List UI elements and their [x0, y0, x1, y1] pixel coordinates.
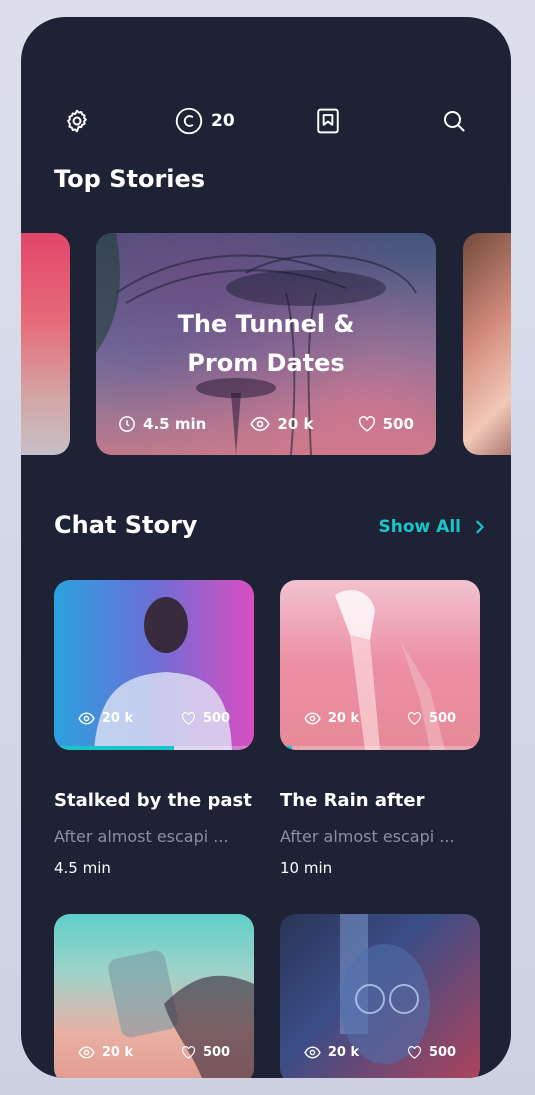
like-count: 500: [181, 1045, 230, 1060]
story-duration: 10 min: [280, 859, 333, 877]
eye-icon: [78, 712, 95, 725]
chat-story-title: Chat Story: [54, 511, 198, 539]
eye-icon: [304, 712, 321, 725]
view-count-value: 20 k: [327, 1045, 360, 1060]
top-stories-carousel[interactable]: The Tunnel & Prom Dates 4.5 min 20 k 500: [21, 233, 511, 455]
view-count-value: 20 k: [327, 711, 360, 726]
reading-progress-bar: [280, 746, 480, 750]
featured-title-line1: The Tunnel &: [177, 310, 355, 338]
featured-story-card[interactable]: The Tunnel & Prom Dates 4.5 min 20 k 500: [96, 233, 436, 455]
eye-icon: [304, 1046, 321, 1059]
like-count-value: 500: [382, 415, 414, 433]
app-screen: 20 Top Stories The Tunnel & Prom Dates 4…: [21, 17, 511, 1078]
view-count: 20 k: [78, 711, 133, 726]
card-stats: 20 k 500: [280, 1045, 480, 1060]
like-count: 500: [407, 1045, 456, 1060]
coin-icon: [175, 107, 203, 135]
like-count-value: 500: [428, 1045, 457, 1060]
reading-progress-bar: [54, 746, 254, 750]
story-title: The Rain after: [280, 790, 425, 811]
top-bar: 20: [21, 93, 511, 149]
heart-icon: [358, 416, 375, 432]
clock-icon: [119, 416, 135, 432]
story-card-next[interactable]: [463, 233, 511, 455]
heart-icon: [407, 1046, 421, 1059]
view-count-value: 20 k: [101, 711, 134, 726]
heart-icon: [181, 1046, 195, 1059]
featured-story-title: The Tunnel & Prom Dates: [96, 305, 436, 383]
like-count-value: 500: [428, 711, 457, 726]
story-description: After almost escapi ...: [54, 827, 229, 846]
story-card[interactable]: 20 k 500: [54, 914, 254, 1078]
top-stories-title: Top Stories: [54, 165, 206, 193]
heart-icon: [407, 712, 421, 725]
card-stats: 20 k 500: [54, 1045, 254, 1060]
heart-icon: [181, 712, 195, 725]
like-count: 500: [358, 415, 414, 433]
view-count-value: 20 k: [277, 415, 314, 433]
story-card[interactable]: 20 k 500: [280, 914, 480, 1078]
eye-icon: [78, 1046, 95, 1059]
featured-story-stats: 4.5 min 20 k 500: [96, 415, 436, 433]
view-count: 20 k: [78, 1045, 133, 1060]
view-count-value: 20 k: [101, 1045, 134, 1060]
coin-balance[interactable]: 20: [175, 93, 235, 149]
eye-icon: [250, 416, 271, 432]
read-time: 4.5 min: [118, 415, 206, 433]
card-stats: 20 k 500: [280, 711, 480, 726]
gear-icon[interactable]: [49, 93, 105, 149]
card-stats: 20 k 500: [54, 711, 254, 726]
story-card-prev[interactable]: [21, 233, 70, 455]
story-title: Stalked by the past: [54, 790, 252, 811]
like-count-value: 500: [202, 711, 231, 726]
chevron-right-icon: [476, 520, 484, 534]
progress-fill: [54, 746, 174, 750]
bookmark-icon[interactable]: [300, 93, 356, 149]
story-card[interactable]: 20 k 500: [54, 580, 254, 750]
search-icon[interactable]: [426, 93, 482, 149]
view-count: 20 k: [250, 415, 313, 433]
show-all-label: Show All: [378, 517, 461, 537]
story-description: After almost escapi ...: [280, 827, 455, 846]
coin-count: 20: [211, 111, 235, 131]
view-count: 20 k: [304, 1045, 359, 1060]
story-duration: 4.5 min: [54, 859, 111, 877]
like-count: 500: [181, 711, 230, 726]
featured-title-line2: Prom Dates: [187, 349, 345, 377]
like-count-value: 500: [202, 1045, 231, 1060]
show-all-link[interactable]: Show All: [379, 517, 485, 537]
story-card[interactable]: 20 k 500: [280, 580, 480, 750]
view-count: 20 k: [304, 711, 359, 726]
progress-fill: [280, 746, 292, 750]
read-time-value: 4.5 min: [143, 415, 207, 433]
like-count: 500: [407, 711, 456, 726]
